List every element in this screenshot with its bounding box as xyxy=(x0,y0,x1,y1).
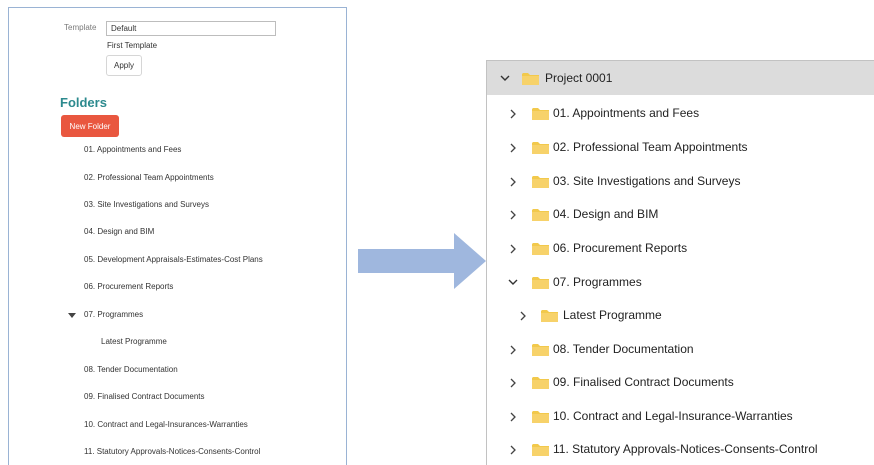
chevron-down-icon[interactable] xyxy=(499,72,511,84)
folder-icon xyxy=(532,176,549,188)
tree-item[interactable]: 09. Finalised Contract Documents xyxy=(487,365,874,399)
folder-item[interactable]: 06. Procurement Reports xyxy=(84,281,173,293)
folder-icon xyxy=(532,108,549,120)
tree-root-project[interactable]: Project 0001 xyxy=(487,61,874,95)
expanded-triangle-icon[interactable] xyxy=(68,313,76,318)
tree-item-label: 02. Professional Team Appointments xyxy=(553,140,748,154)
chevron-right-icon[interactable] xyxy=(507,411,519,423)
chevron-right-icon[interactable] xyxy=(507,108,519,120)
folder-icon xyxy=(532,344,549,356)
folder-manager-panel: Template Default First Template Apply Fo… xyxy=(8,7,347,465)
folder-item-expanded[interactable]: 07. Programmes xyxy=(84,309,143,321)
tree-item-label: 09. Finalised Contract Documents xyxy=(553,375,734,389)
folder-icon xyxy=(532,277,549,289)
folder-tree-panel: Project 0001 01. Appointments and Fees 0… xyxy=(486,60,874,465)
folder-icon xyxy=(532,377,549,389)
folders-heading: Folders xyxy=(60,95,107,110)
folder-item[interactable]: 04. Design and BIM xyxy=(84,226,154,238)
chevron-right-icon[interactable] xyxy=(507,142,519,154)
chevron-right-icon[interactable] xyxy=(507,176,519,188)
template-option-first[interactable]: First Template xyxy=(107,41,157,50)
new-folder-button[interactable]: New Folder xyxy=(61,115,119,137)
tree-item[interactable]: 01. Appointments and Fees xyxy=(487,96,874,130)
tree-item[interactable]: 03. Site Investigations and Surveys xyxy=(487,164,874,198)
tree-root-label: Project 0001 xyxy=(545,71,613,85)
folder-item[interactable]: 11. Statutory Approvals-Notices-Consents… xyxy=(84,446,260,458)
tree-item[interactable]: 06. Procurement Reports xyxy=(487,231,874,265)
folder-icon xyxy=(532,209,549,221)
tree-item[interactable]: 02. Professional Team Appointments xyxy=(487,130,874,164)
folder-icon xyxy=(532,444,549,456)
tree-item-label: 07. Programmes xyxy=(553,275,642,289)
tree-item-expanded[interactable]: 07. Programmes xyxy=(487,265,874,299)
chevron-down-icon[interactable] xyxy=(507,276,519,288)
folder-item[interactable]: 03. Site Investigations and Surveys xyxy=(84,199,209,211)
tree-item-label: 03. Site Investigations and Surveys xyxy=(553,174,741,188)
chevron-right-icon[interactable] xyxy=(507,243,519,255)
folder-item[interactable]: 01. Appointments and Fees xyxy=(84,144,181,156)
apply-button[interactable]: Apply xyxy=(106,55,142,76)
chevron-right-icon[interactable] xyxy=(507,344,519,356)
tree-item[interactable]: 04. Design and BIM xyxy=(487,197,874,231)
subfolder-item[interactable]: Latest Programme xyxy=(101,336,167,348)
template-label: Template xyxy=(64,23,97,32)
tree-item-label: 01. Appointments and Fees xyxy=(553,106,700,120)
folder-icon xyxy=(541,310,558,322)
chevron-right-icon[interactable] xyxy=(507,444,519,456)
folder-icon xyxy=(532,243,549,255)
tree-item-label: 10. Contract and Legal-Insurance-Warrant… xyxy=(553,409,793,423)
tree-subitem[interactable]: Latest Programme xyxy=(487,298,874,332)
tree-item-label: 04. Design and BIM xyxy=(553,207,659,221)
chevron-right-icon[interactable] xyxy=(517,310,529,322)
right-arrow-icon xyxy=(358,233,486,289)
folder-item[interactable]: 09. Finalised Contract Documents xyxy=(84,391,205,403)
folder-icon xyxy=(532,142,549,154)
folder-item[interactable]: 08. Tender Documentation xyxy=(84,364,178,376)
tree-item-label: 11. Statutory Approvals-Notices-Consents… xyxy=(553,442,818,456)
tree-item[interactable]: 11. Statutory Approvals-Notices-Consents… xyxy=(487,432,874,465)
tree-item[interactable]: 08. Tender Documentation xyxy=(487,332,874,366)
folder-item[interactable]: 10. Contract and Legal-Insurances-Warran… xyxy=(84,419,248,431)
chevron-right-icon[interactable] xyxy=(507,377,519,389)
folder-item[interactable]: 02. Professional Team Appointments xyxy=(84,172,214,184)
folder-item[interactable]: 05. Development Appraisals-Estimates-Cos… xyxy=(84,254,263,266)
tree-item-label: 06. Procurement Reports xyxy=(553,241,688,255)
template-input[interactable]: Default xyxy=(106,21,276,36)
folder-icon xyxy=(532,411,549,423)
tree-item-label: Latest Programme xyxy=(563,308,662,322)
tree-item[interactable]: 10. Contract and Legal-Insurance-Warrant… xyxy=(487,399,874,433)
tree-item-label: 08. Tender Documentation xyxy=(553,342,694,356)
chevron-right-icon[interactable] xyxy=(507,209,519,221)
folder-icon xyxy=(522,73,539,85)
